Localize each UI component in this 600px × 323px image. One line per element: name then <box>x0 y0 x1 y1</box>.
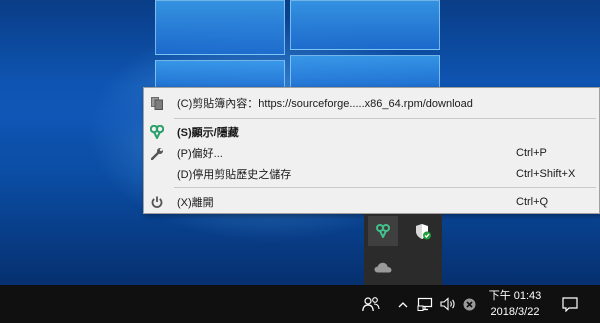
tray-context-menu: (C)剪貼簿內容：https://sourceforge.....x86_64.… <box>143 87 600 214</box>
taskbar-clock[interactable]: 下午 01:43 2018/3/22 <box>480 288 550 320</box>
clipboard-icon <box>149 95 165 111</box>
clock-date: 2018/3/22 <box>490 306 540 318</box>
power-icon <box>149 194 165 210</box>
menu-item-shortcut: Ctrl+P <box>516 146 547 159</box>
menu-item-exit[interactable]: (X)離開 Ctrl+Q <box>144 191 599 212</box>
menu-item-clipboard-content[interactable]: (C)剪貼簿內容：https://sourceforge.....x86_64.… <box>144 92 599 113</box>
onedrive-icon[interactable] <box>368 252 398 282</box>
action-center-icon[interactable] <box>556 285 584 323</box>
tray-overflow-flyout <box>364 214 442 285</box>
show-hidden-icons-chevron-icon[interactable] <box>396 285 410 323</box>
windows-defender-icon[interactable] <box>408 216 438 246</box>
menu-item-show-hide[interactable]: (S)顯示/隱藏 <box>144 121 599 142</box>
menu-item-label: (S)顯示/隱藏 <box>177 126 239 139</box>
clock-time: 下午 01:43 <box>488 290 542 302</box>
menu-item-label: (C)剪貼簿內容：https://sourceforge.....x86_64.… <box>177 97 473 110</box>
menu-item-shortcut: Ctrl+Q <box>516 195 549 208</box>
clipboard-app-icon[interactable] <box>368 216 398 246</box>
menu-item-shortcut: Ctrl+Shift+X <box>516 167 576 180</box>
volume-icon[interactable] <box>438 285 458 323</box>
menu-item-label: (X)離開 <box>177 196 214 209</box>
taskbar: 下午 01:43 2018/3/22 <box>0 285 600 323</box>
menu-item-preferences[interactable]: (P)偏好... Ctrl+P <box>144 142 599 163</box>
people-icon[interactable] <box>358 285 384 323</box>
menu-item-label: (P)偏好... <box>177 147 223 160</box>
wallpaper-window-pane <box>155 0 285 55</box>
menu-separator <box>174 187 596 188</box>
close-notification-icon[interactable] <box>461 285 477 323</box>
network-icon[interactable] <box>414 285 436 323</box>
menu-item-disable-history[interactable]: (D)停用剪貼歷史之儲存 Ctrl+Shift+X <box>144 163 599 184</box>
menu-item-label: (D)停用剪貼歷史之儲存 <box>177 168 292 181</box>
menu-separator <box>174 118 596 119</box>
app-icon <box>149 124 165 140</box>
wallpaper-window-pane <box>290 0 440 50</box>
wrench-icon <box>149 145 165 161</box>
